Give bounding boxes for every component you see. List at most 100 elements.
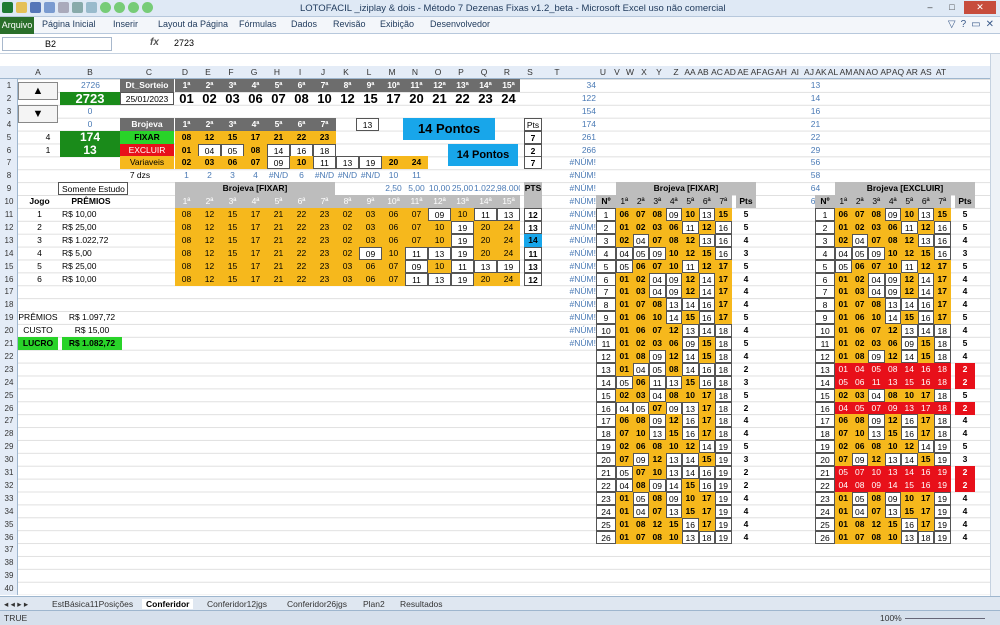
row-header[interactable]: 11 — [0, 210, 18, 219]
row-header[interactable]: 15 — [0, 262, 18, 271]
column-header[interactable]: E — [200, 67, 216, 77]
zoom-slider[interactable] — [905, 618, 985, 619]
sheet-tab[interactable]: Conferidor26jgs — [287, 599, 347, 609]
column-header[interactable]: H — [269, 67, 285, 77]
fx-icon[interactable]: fx — [150, 37, 159, 48]
row-header[interactable]: 26 — [0, 404, 18, 413]
row-header[interactable]: 10 — [0, 197, 18, 206]
tab-insert[interactable]: Inserir — [113, 19, 138, 29]
tab-view[interactable]: Exibição — [380, 19, 414, 29]
row-header[interactable]: 37 — [0, 545, 18, 554]
column-header[interactable]: O — [430, 67, 446, 77]
row-header[interactable]: 2 — [0, 94, 18, 103]
sheet-tab-active[interactable]: Conferidor — [142, 599, 194, 609]
zoom-level[interactable]: 100% — [880, 613, 902, 623]
tab-file[interactable]: Arquivo — [0, 17, 34, 34]
row-header[interactable]: 9 — [0, 184, 18, 193]
circle-icon[interactable] — [142, 2, 153, 13]
column-header[interactable]: J — [315, 67, 331, 77]
column-header[interactable]: N — [407, 67, 423, 77]
help-icon[interactable]: ? — [961, 19, 967, 30]
sheet-nav-icon[interactable]: ◂ ◂ ▸ ▸ — [4, 599, 28, 610]
row-header[interactable]: 29 — [0, 442, 18, 451]
tab-developer[interactable]: Desenvolvedor — [430, 19, 490, 29]
sheet-tab[interactable]: Conferidor12jgs — [207, 599, 267, 609]
sheet-tab[interactable]: Resultados — [400, 599, 443, 609]
redo-icon[interactable] — [58, 2, 69, 13]
row-header[interactable]: 7 — [0, 158, 18, 167]
maximize-icon[interactable]: □ — [942, 1, 962, 14]
column-header[interactable]: P — [453, 67, 469, 77]
name-box[interactable]: B2 — [2, 37, 112, 51]
column-header[interactable]: AT — [933, 67, 949, 77]
row-header[interactable]: 3 — [0, 107, 18, 116]
vertical-scrollbar[interactable] — [990, 54, 1000, 596]
row-header[interactable]: 39 — [0, 571, 18, 580]
open-icon[interactable] — [16, 2, 27, 13]
spinner-value[interactable]: 1 — [38, 144, 58, 157]
row-header[interactable]: 25 — [0, 391, 18, 400]
row-header[interactable]: 16 — [0, 275, 18, 284]
row-header[interactable]: 38 — [0, 558, 18, 567]
sort-icon[interactable] — [72, 2, 83, 13]
column-header[interactable]: Q — [476, 67, 492, 77]
row-header[interactable]: 14 — [0, 249, 18, 258]
column-header[interactable]: D — [177, 67, 193, 77]
worksheet-grid[interactable]: 2726 2723 Dt_Sorteio 25/01/2023 1ª 2ª 3ª 4ª 5ª 6ª… — [18, 79, 990, 595]
macro-icon[interactable] — [86, 2, 97, 13]
row-header[interactable]: 12 — [0, 223, 18, 232]
row-header[interactable]: 35 — [0, 520, 18, 529]
column-header[interactable]: T — [549, 67, 565, 77]
column-header[interactable]: B — [82, 67, 98, 77]
column-header[interactable]: F — [223, 67, 239, 77]
row-header[interactable]: 36 — [0, 533, 18, 542]
row-header[interactable]: 6 — [0, 146, 18, 155]
row-header[interactable]: 19 — [0, 313, 18, 322]
minimize-icon[interactable]: – — [920, 1, 940, 14]
row-header[interactable]: 13 — [0, 236, 18, 245]
next-contest-button[interactable]: ▲ — [18, 82, 58, 100]
close-workbook-icon[interactable]: ✕ — [986, 19, 994, 30]
column-header[interactable]: G — [246, 67, 262, 77]
undo-icon[interactable] — [44, 2, 55, 13]
column-header[interactable]: AS — [918, 67, 934, 77]
row-header[interactable]: 17 — [0, 287, 18, 296]
row-header[interactable]: 20 — [0, 326, 18, 335]
close-icon[interactable]: ✕ — [964, 1, 996, 14]
tab-page-layout[interactable]: Layout da Página — [158, 19, 228, 29]
row-header[interactable]: 22 — [0, 352, 18, 361]
row-header[interactable]: 30 — [0, 455, 18, 464]
tab-review[interactable]: Revisão — [333, 19, 366, 29]
row-header[interactable]: 28 — [0, 429, 18, 438]
collapse-ribbon-icon[interactable]: ▽ — [948, 19, 956, 30]
column-header[interactable]: I — [292, 67, 308, 77]
spinner-value[interactable]: 4 — [38, 131, 58, 144]
tab-home[interactable]: Página Inicial — [42, 19, 96, 29]
column-header[interactable]: Y — [651, 67, 667, 77]
tab-formulas[interactable]: Fórmulas — [239, 19, 277, 29]
save-icon[interactable] — [30, 2, 41, 13]
sheet-tab[interactable]: EstBásica11Posições — [52, 599, 133, 609]
contest-number[interactable]: 2723 — [60, 91, 120, 105]
sheet-tab[interactable]: Plan2 — [363, 599, 385, 609]
formula-input[interactable]: 2723 — [174, 38, 194, 48]
column-header[interactable]: S — [522, 67, 538, 77]
somente-estudo-checkbox[interactable]: Somente Estudo — [58, 182, 128, 196]
row-header[interactable]: 34 — [0, 507, 18, 516]
column-header[interactable]: X — [636, 67, 652, 77]
column-header[interactable]: L — [361, 67, 377, 77]
column-header[interactable]: C — [141, 67, 157, 77]
column-header[interactable]: A — [30, 67, 46, 77]
row-header[interactable]: 4 — [0, 120, 18, 129]
column-header[interactable]: R — [499, 67, 515, 77]
row-header[interactable]: 21 — [0, 339, 18, 348]
tab-data[interactable]: Dados — [291, 19, 317, 29]
row-header[interactable]: 18 — [0, 300, 18, 309]
circle-icon[interactable] — [114, 2, 125, 13]
row-header[interactable]: 32 — [0, 481, 18, 490]
row-header[interactable]: 31 — [0, 468, 18, 477]
circle-icon[interactable] — [128, 2, 139, 13]
excel-icon[interactable] — [2, 2, 13, 13]
column-header[interactable]: M — [384, 67, 400, 77]
row-header[interactable]: 24 — [0, 378, 18, 387]
